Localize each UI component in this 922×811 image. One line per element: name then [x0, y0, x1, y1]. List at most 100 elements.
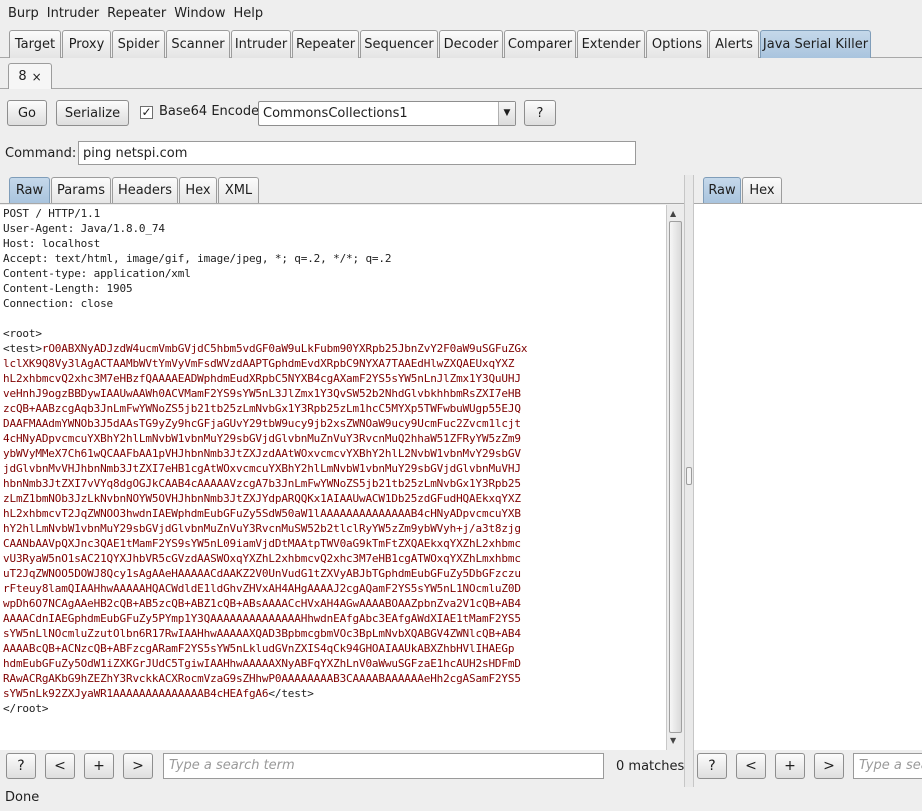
request-tab-headers[interactable]: Headers	[112, 177, 178, 203]
payload-line: sYW5nLk92ZXJyaWR1AAAAAAAAAAAAAAB4cHEAfgA…	[3, 687, 314, 700]
request-header-line: User-Agent: Java/1.8.0_74	[3, 222, 165, 235]
payload-text: hY2hlLmNvbW1vbnMuY29sbGVjdGlvbnMuZnVuY3R…	[3, 522, 521, 535]
tab-comparer[interactable]: Comparer	[504, 30, 576, 58]
xml-root-open: <root>	[3, 327, 42, 340]
payload-line: AAAABcQB+ACNzcQB+ABFzcgARamF2YS5sYW5nLkl…	[3, 642, 514, 655]
scrollbar-thumb[interactable]	[669, 221, 682, 733]
payload-text: zcQB+AABzcgAqb3JnLmFwYWNoZS5jb21tb25zLmN…	[3, 402, 521, 415]
command-input[interactable]	[78, 141, 636, 165]
payload-text: zLmZ1bmNOb3JzLkNvbnNOYW5OVHJhbnNmb3JtZXJ…	[3, 492, 521, 505]
response-search-next-button[interactable]: >	[814, 753, 844, 779]
response-tab-raw[interactable]: Raw	[703, 177, 741, 203]
payload-line: lclXK9Q8Vy3lAgACTAAMbWVtYmVyVmFsdWVzdAAP…	[3, 357, 514, 370]
menu-repeater[interactable]: Repeater	[103, 6, 170, 21]
payload-text: hbnNmb3JtZXI7vVYq8dgOGJkCAAB4cAAAAAVzcgA…	[3, 477, 521, 490]
request-header-line: POST / HTTP/1.1	[3, 207, 101, 220]
status-text: Done	[5, 790, 40, 805]
search-add-button[interactable]: +	[84, 753, 114, 779]
payload-text: ybWVyMMeX7Ch61wQCAAFbAA1pVHJhbnNmb3JtZXJ…	[3, 447, 521, 460]
payload-text: rO0ABXNyADJzdW4ucmVmbGVjdC5hbm5vdGF0aW9u…	[41, 342, 528, 355]
response-search-add-button[interactable]: +	[775, 753, 805, 779]
payload-line: CAANbAAVpQXJnc3QAE1tMamF2YS9sYW5nL09iamV…	[3, 537, 521, 550]
payload-line: hL2xhbmcvT2JqZWNOO3hwdnIAEWphdmEubGFuZy5…	[3, 507, 521, 520]
payload-text: 4cHNyADpvcmcuYXBhY2hlLmNvbW1vbnMuY29sbGV…	[3, 432, 521, 445]
search-input[interactable]: Type a search term	[163, 753, 604, 779]
payload-line: AAAACdnIAEGphdmEubGFuZy5PYmp1Y3QAAAAAAAA…	[3, 612, 521, 625]
response-search-help-button[interactable]: ?	[697, 753, 727, 779]
tab-target[interactable]: Target	[9, 30, 61, 58]
response-editor[interactable]	[694, 204, 922, 750]
search-help-button[interactable]: ?	[6, 753, 36, 779]
payload-line: wpDh6O7NCAgAAeHB2cQB+AB5zcQB+ABZ1cQB+ABs…	[3, 597, 521, 610]
request-tab-xml[interactable]: XML	[218, 177, 259, 203]
payload-line: hY2hlLmNvbW1vbnMuY29sbGVjdGlvbnMuZnVuY3R…	[3, 522, 521, 535]
payload-text: veHnhJ9ogzBBDywIAAUwAAWh0ACVMamF2YS9sYW5…	[3, 387, 521, 400]
payload-line: vU3RyaW5nO1sAC21QYXJhbVR5cGVzdAASWOxqYXZ…	[3, 552, 521, 565]
menu-help[interactable]: Help	[230, 6, 268, 21]
payload-select[interactable]: CommonsCollections1 ▼	[258, 101, 516, 126]
search-prev-button[interactable]: <	[45, 753, 75, 779]
payload-text: RAwACRgAKbG9hZEZhY3RvckkACXRocmVzaG9sZHh…	[3, 672, 521, 685]
tab-sequencer[interactable]: Sequencer	[360, 30, 438, 58]
sub-tab-label: 8	[18, 69, 27, 84]
request-tab-raw[interactable]: Raw	[9, 177, 50, 203]
payload-text: vU3RyaW5nO1sAC21QYXJhbVR5cGVzdAASWOxqYXZ…	[3, 552, 521, 565]
close-icon[interactable]: ×	[32, 70, 42, 84]
search-next-button[interactable]: >	[123, 753, 153, 779]
request-header-line: Connection: close	[3, 297, 114, 310]
response-search-prev-button[interactable]: <	[736, 753, 766, 779]
payload-text: hdmEubGFuZy5OdW1iZXKGrJUdC5TgiwIAAHhwAAA…	[3, 657, 521, 670]
pane-splitter[interactable]	[684, 175, 694, 787]
tab-proxy[interactable]: Proxy	[62, 30, 111, 58]
tab-options[interactable]: Options	[646, 30, 708, 58]
help-button[interactable]: ?	[524, 100, 556, 126]
payload-text: CAANbAAVpQXJnc3QAE1tMamF2YS9sYW5nL09iamV…	[3, 537, 521, 550]
payload-line: zLmZ1bmNOb3JzLkNvbnNOYW5OVHJhbnNmb3JtZXJ…	[3, 492, 521, 505]
tab-repeater[interactable]: Repeater	[292, 30, 359, 58]
payload-line: <test>rO0ABXNyADJzdW4ucmVmbGVjdC5hbm5vdG…	[3, 342, 527, 355]
payload-line: rFteuy8lamQIAAHhwAAAAAHQACWdldE1ldGhvZHV…	[3, 582, 521, 595]
payload-text: uT2JqZWNOO5DOWJ8Qcy1sAgAAeHAAAAACdAAKZ2V…	[3, 567, 521, 580]
payload-line: ybWVyMMeX7Ch61wQCAAFbAA1pVHJhbnNmb3JtZXJ…	[3, 447, 521, 460]
payload-text: lclXK9Q8Vy3lAgACTAAMbWVtYmVyVmFsdWVzdAAP…	[3, 357, 515, 370]
chevron-down-icon[interactable]: ▼	[498, 102, 515, 125]
payload-line: hbnNmb3JtZXI7vVYq8dgOGJkCAAB4cAAAAAVzcgA…	[3, 477, 521, 490]
tab-java-serial-killer[interactable]: Java Serial Killer	[760, 30, 871, 58]
menu-intruder[interactable]: Intruder	[43, 6, 103, 21]
payload-line: sYW5nLlNOcmluZzutOlbn6R17RwIAAHhwAAAAAXQ…	[3, 627, 521, 640]
base64-checkbox[interactable]: ✓	[140, 106, 153, 119]
tab-spider[interactable]: Spider	[112, 30, 165, 58]
payload-text: AAAACdnIAEGphdmEubGFuZy5PYmp1Y3QAAAAAAAA…	[3, 612, 521, 625]
scroll-down-icon[interactable]: ▼	[670, 736, 676, 745]
tab-scanner[interactable]: Scanner	[166, 30, 230, 58]
payload-text: rFteuy8lamQIAAHhwAAAAAHQACWdldE1ldGhvZHV…	[3, 582, 521, 595]
sub-tab-8[interactable]: 8 ×	[8, 63, 52, 89]
request-tab-hex[interactable]: Hex	[179, 177, 217, 203]
request-text: POST / HTTP/1.1 User-Agent: Java/1.8.0_7…	[0, 205, 666, 716]
serialize-button[interactable]: Serialize	[56, 100, 129, 126]
xml-root-close: </root>	[3, 702, 49, 715]
request-editor[interactable]: POST / HTTP/1.1 User-Agent: Java/1.8.0_7…	[0, 205, 666, 750]
payload-line: veHnhJ9ogzBBDywIAAUwAAWh0ACVMamF2YS9sYW5…	[3, 387, 521, 400]
request-tab-params[interactable]: Params	[51, 177, 111, 203]
tab-decoder[interactable]: Decoder	[439, 30, 503, 58]
response-search-input[interactable]: Type a sea	[853, 753, 922, 779]
request-scrollbar[interactable]: ▲ ▼	[666, 205, 684, 750]
payload-line: jdGlvbnMvVHJhbnNmb3JtZXI7eHB1cgAtWOxvcmc…	[3, 462, 521, 475]
response-tab-hex[interactable]: Hex	[742, 177, 782, 203]
main-tab-bar: Target Proxy Spider Scanner Intruder Rep…	[0, 27, 922, 58]
base64-label: Base64 Encode	[159, 104, 260, 119]
command-label: Command:	[5, 146, 77, 161]
payload-text: jdGlvbnMvVHJhbnNmb3JtZXI7eHB1cgAtWOxvcmc…	[3, 462, 521, 475]
divider	[0, 203, 686, 204]
go-button[interactable]: Go	[7, 100, 47, 126]
menu-window[interactable]: Window	[170, 6, 229, 21]
request-header-line: Host: localhost	[3, 237, 101, 250]
payload-text: DAAFMAAdmYWNOb3J5dAAsTG9yZy9hcGFjaGUvY29…	[3, 417, 521, 430]
tab-extender[interactable]: Extender	[577, 30, 645, 58]
menu-burp[interactable]: Burp	[4, 6, 43, 21]
scroll-up-icon[interactable]: ▲	[670, 209, 676, 218]
tab-alerts[interactable]: Alerts	[709, 30, 759, 58]
splitter-grip[interactable]	[686, 467, 692, 485]
tab-intruder[interactable]: Intruder	[231, 30, 291, 58]
